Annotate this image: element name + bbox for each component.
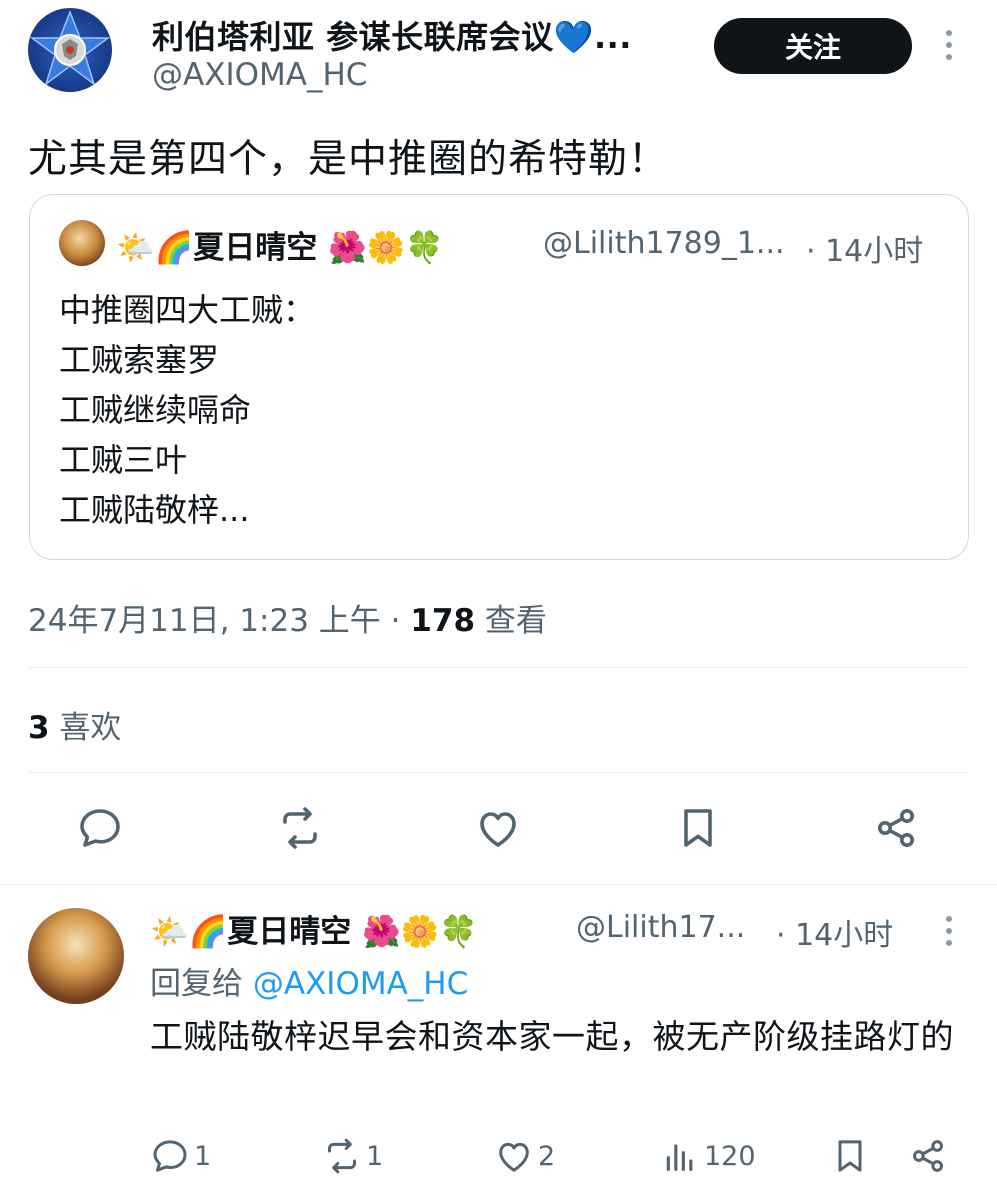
quoted-tweet-text: 中推圈四大工贼： 工贼索塞罗 工贼继续嗝命 工贼三叶 工贼陆敬梓... xyxy=(59,285,315,535)
likes-count: 3 xyxy=(28,710,50,746)
quoted-line: 工贼索塞罗 xyxy=(59,341,220,379)
share-icon xyxy=(878,809,914,847)
reply-author-name[interactable]: 🌤️🌈夏日晴空 🌺🌼🍀 xyxy=(150,906,478,951)
likes-summary[interactable]: 3 喜欢 xyxy=(28,702,121,747)
section-divider xyxy=(0,884,997,885)
tweet-datetime[interactable]: 24年7月11日, 1:23 上午 · xyxy=(28,603,410,639)
bookmark-icon xyxy=(684,809,712,847)
reply-repost-button[interactable]: 1 xyxy=(322,1136,383,1176)
author-avatar[interactable] xyxy=(28,8,112,92)
reply-views-button[interactable]: 120 xyxy=(660,1136,756,1176)
follow-button[interactable]: 关注 xyxy=(714,18,912,74)
quoted-line: 中推圈四大工贼： xyxy=(59,291,316,329)
reply-timestamp[interactable]: · 14小时 xyxy=(776,910,893,954)
general-staff-emblem-icon xyxy=(29,9,111,86)
reply-bookmark-button[interactable] xyxy=(830,1136,874,1176)
quoted-author-avatar[interactable] xyxy=(59,220,105,266)
reply-like-button[interactable]: 2 xyxy=(494,1136,555,1176)
reply-text: 工贼陆敬梓迟早会和资本家一起，被无产阶级挂路灯的 xyxy=(150,1017,954,1056)
analytics-icon xyxy=(666,1144,693,1171)
divider xyxy=(28,667,969,668)
repost-icon xyxy=(328,1138,356,1174)
likes-label: 喜欢 xyxy=(49,710,122,746)
bookmark-icon xyxy=(838,1140,862,1172)
views-count: 178 xyxy=(410,603,476,639)
repost-button[interactable] xyxy=(272,800,328,856)
author-name[interactable]: 利伯塔利亚 参谋长联席会议💙... xyxy=(152,12,632,58)
reply-icon xyxy=(80,809,120,847)
quoted-line: 工贼继续嗝命 xyxy=(59,391,252,429)
tweet-meta: 24年7月11日, 1:23 上午 · 178 查看 xyxy=(28,595,547,640)
heart-icon xyxy=(499,1142,529,1172)
replying-to-link[interactable]: @AXIOMA_HC xyxy=(253,966,468,1002)
reply-author-avatar[interactable] xyxy=(28,908,124,1004)
reply-button[interactable] xyxy=(72,800,128,856)
quoted-author-handle: @Lilith1789_1... xyxy=(543,226,785,261)
like-count: 2 xyxy=(538,1140,556,1172)
reply-count: 1 xyxy=(194,1140,212,1172)
reply-more-options-icon[interactable] xyxy=(946,916,956,952)
repost-count: 1 xyxy=(366,1140,384,1172)
views-count: 120 xyxy=(704,1140,756,1172)
bookmark-button[interactable] xyxy=(670,800,726,856)
share-icon xyxy=(913,1140,943,1172)
views-label: 查看 xyxy=(475,603,547,639)
quoted-line: 工贼三叶 xyxy=(59,441,188,479)
replying-prefix: 回复给 xyxy=(150,966,253,1002)
quoted-line: 工贼陆敬梓... xyxy=(59,491,250,529)
quoted-timestamp: · 14小时 xyxy=(806,234,924,269)
reply-author-handle[interactable]: @Lilith17... xyxy=(576,910,745,945)
divider xyxy=(28,772,969,773)
reply-icon xyxy=(153,1140,187,1172)
reply-share-button[interactable] xyxy=(908,1136,952,1176)
share-button[interactable] xyxy=(868,800,924,856)
heart-icon xyxy=(480,812,516,847)
tweet-text: 尤其是第四个，是中推圈的希特勒！ xyxy=(28,137,669,182)
more-options-icon[interactable] xyxy=(946,30,956,66)
like-button[interactable] xyxy=(470,800,526,856)
replying-to: 回复给 @AXIOMA_HC xyxy=(150,958,468,1003)
reply-reply-button[interactable]: 1 xyxy=(150,1136,211,1176)
quoted-author-name: 🌤️🌈夏日晴空 🌺🌼🍀 xyxy=(116,230,444,266)
author-handle[interactable]: @AXIOMA_HC xyxy=(152,57,367,93)
repost-icon xyxy=(283,807,317,849)
